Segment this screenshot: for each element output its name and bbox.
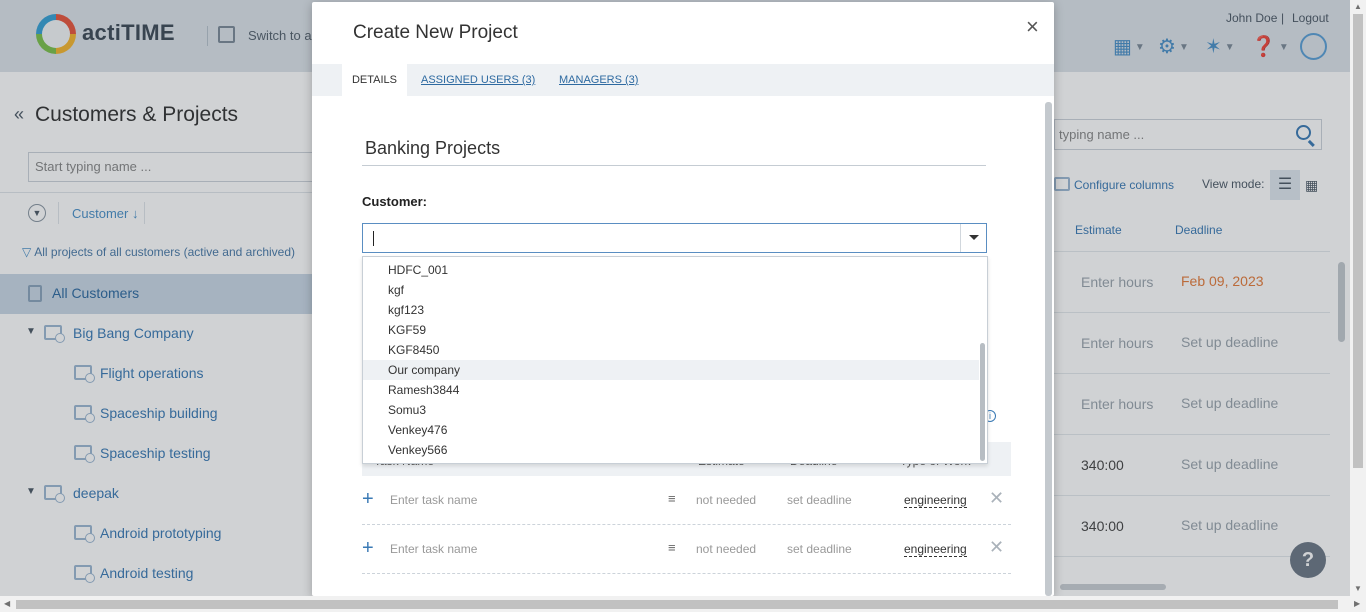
dialog-title: Create New Project [353, 22, 518, 43]
tab-managers[interactable]: MANAGERS (3) [559, 64, 638, 96]
description-icon[interactable]: ≡ [668, 540, 676, 555]
customer-label: Customer: [362, 194, 428, 209]
description-icon[interactable]: ≡ [668, 491, 676, 506]
scrollbar-thumb[interactable] [1353, 14, 1363, 468]
task-type-of-work[interactable]: engineering [904, 493, 967, 508]
scroll-up-icon[interactable]: ▲ [1354, 2, 1362, 11]
customer-select[interactable] [362, 223, 987, 253]
chevron-down-icon [969, 235, 979, 240]
dropdown-option[interactable]: kgf123 [363, 300, 979, 320]
task-deadline[interactable]: set deadline [787, 542, 852, 556]
add-task-icon[interactable]: + [362, 538, 374, 558]
tab-details[interactable]: DETAILS [342, 64, 407, 96]
task-row: + Enter task name ≡ not needed set deadl… [362, 526, 1011, 574]
dropdown-option-hovered[interactable]: Our company [363, 360, 979, 380]
dropdown-toggle[interactable] [960, 224, 986, 252]
dropdown-option[interactable]: HDFC_001 [363, 260, 979, 280]
dropdown-option[interactable]: KGF59 [363, 320, 979, 340]
text-cursor [373, 231, 374, 246]
delete-task-icon[interactable]: ✕ [989, 488, 1004, 509]
task-estimate[interactable]: not needed [696, 542, 756, 556]
dropdown-option[interactable]: KGF8450 [363, 340, 979, 360]
scroll-down-icon[interactable]: ▼ [1354, 584, 1362, 593]
add-task-icon[interactable]: + [362, 489, 374, 509]
dropdown-option[interactable]: Venkey476 [363, 420, 979, 440]
page-vertical-scrollbar[interactable]: ▲ ▼ [1350, 0, 1366, 596]
task-name-input[interactable]: Enter task name [390, 542, 477, 556]
close-icon[interactable]: × [1026, 16, 1039, 38]
scroll-left-icon[interactable]: ◀ [4, 599, 10, 608]
task-row: + Enter task name ≡ not needed set deadl… [362, 477, 1011, 525]
task-deadline[interactable]: set deadline [787, 493, 852, 507]
dropdown-option[interactable]: Ramesh3844 [363, 380, 979, 400]
project-name-field[interactable]: Banking Projects [362, 138, 986, 166]
task-estimate[interactable]: not needed [696, 493, 756, 507]
task-type-of-work[interactable]: engineering [904, 542, 967, 557]
tab-assigned-users[interactable]: ASSIGNED USERS (3) [421, 64, 535, 96]
delete-task-icon[interactable]: ✕ [989, 537, 1004, 558]
scrollbar-thumb[interactable] [16, 600, 1338, 609]
task-name-input[interactable]: Enter task name [390, 493, 477, 507]
create-project-dialog: Create New Project × DETAILS ASSIGNED US… [312, 2, 1054, 596]
customer-dropdown-list: HDFC_001 kgf kgf123 KGF59 KGF8450 Our co… [362, 256, 988, 464]
dropdown-option[interactable]: kgf [363, 280, 979, 300]
dropdown-scrollbar[interactable] [980, 343, 985, 461]
dropdown-option[interactable]: Venkey566 [363, 440, 979, 460]
dropdown-option[interactable]: Somu3 [363, 400, 979, 420]
scroll-right-icon[interactable]: ▶ [1354, 599, 1360, 608]
dialog-scrollbar[interactable] [1045, 102, 1052, 596]
page-horizontal-scrollbar[interactable]: ◀ ▶ [0, 596, 1366, 612]
